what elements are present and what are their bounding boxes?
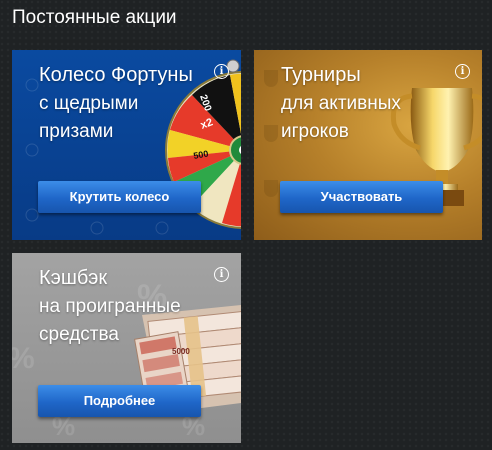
svg-text:%: % bbox=[12, 342, 35, 375]
promo-subtitle: для активных игроков bbox=[281, 93, 401, 142]
promo-title: Кэшбэк bbox=[39, 267, 108, 289]
promo-subtitle: с щедрыми призами bbox=[39, 93, 139, 142]
promo-card-text: Турниры для активных игроков bbox=[281, 60, 401, 146]
promo-title: Турниры bbox=[281, 64, 361, 86]
wheel-label-500: 500 bbox=[193, 149, 210, 161]
wheel-label-x2: x2 bbox=[199, 116, 215, 131]
participate-button[interactable]: Участвовать bbox=[280, 181, 443, 213]
info-icon[interactable]: i bbox=[455, 64, 470, 79]
promo-card-cashback[interactable]: % % % % bbox=[12, 253, 241, 443]
promo-title: Колесо Фортуны bbox=[39, 64, 193, 86]
info-icon[interactable]: i bbox=[214, 64, 229, 79]
promo-card-tournaments[interactable]: Турниры для активных игроков i Участвова… bbox=[254, 50, 482, 240]
promotions-page: Постоянные акции 200 x2 500 Колесо Форту… bbox=[0, 0, 492, 450]
info-icon[interactable]: i bbox=[214, 267, 229, 282]
promo-card-wheel[interactable]: 200 x2 500 $ Колесо Фортуны с щедрыми пр… bbox=[12, 50, 241, 240]
details-button[interactable]: Подробнее bbox=[38, 385, 201, 417]
wheel-label-200: 200 bbox=[197, 93, 213, 113]
promo-card-text: Колесо Фортуны с щедрыми призами bbox=[39, 60, 193, 146]
page-title: Постоянные акции bbox=[12, 7, 177, 28]
promo-card-text: Кэшбэк на проигранные средства bbox=[39, 263, 181, 349]
spin-wheel-button[interactable]: Крутить колесо bbox=[38, 181, 201, 213]
promo-subtitle: на проигранные средства bbox=[39, 296, 181, 345]
